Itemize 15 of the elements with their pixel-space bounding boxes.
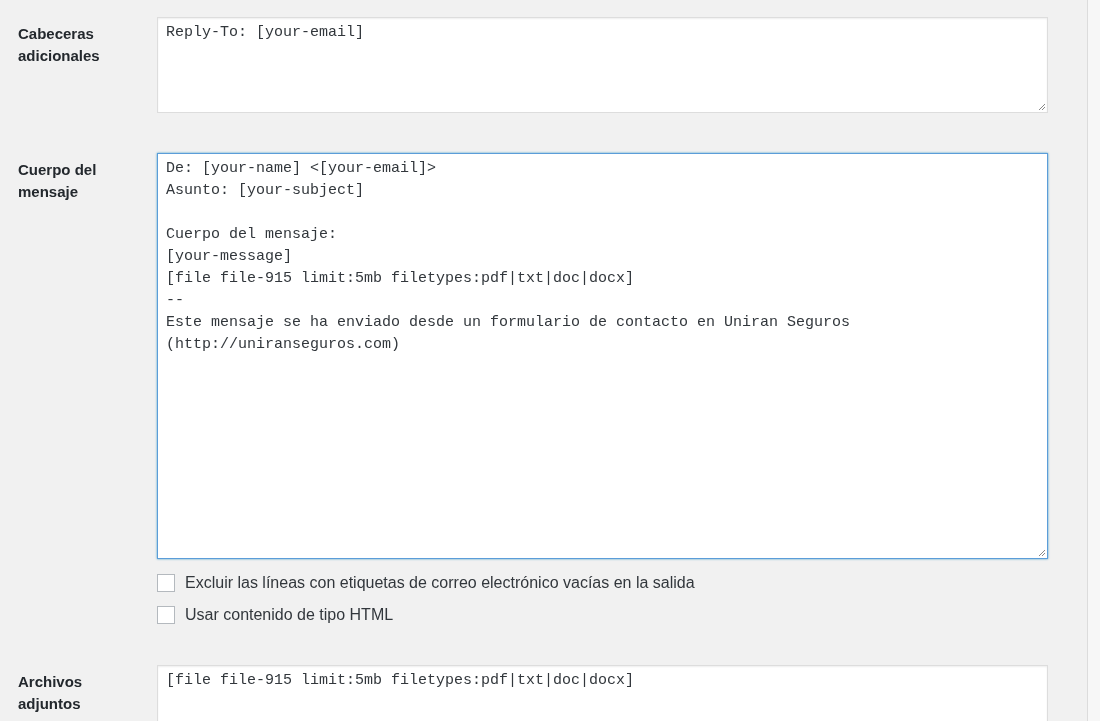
field-label: Cuerpo del mensaje (18, 160, 98, 202)
field-label: Archivos adjuntos (18, 672, 84, 714)
text-area-field[interactable]: [file file-915 limit:5mb filetypes:pdf|txt|doc|docx] (157, 665, 1048, 721)
checkbox[interactable] (157, 606, 175, 624)
checkbox[interactable] (157, 574, 175, 592)
resize-handle-icon[interactable] (1037, 102, 1046, 111)
field-text: Reply-To: [your-email] (166, 23, 366, 43)
resize-handle-icon[interactable] (1037, 548, 1046, 557)
checkbox-label: Excluir las líneas con etiquetas de correo electrónico vacías en la salida (185, 573, 695, 593)
checkbox-label: Usar contenido de tipo HTML (185, 605, 394, 625)
text-area-field[interactable] (157, 153, 1048, 559)
field-text: [file file-915 limit:5mb filetypes:pdf|txt|doc|docx] (166, 671, 636, 691)
text-area-field[interactable]: Reply-To: [your-email] (157, 17, 1048, 113)
field-text: De: [your-name] <[your-email]> Asunto: [your-subject] Cuerpo del mensaje: [your-message] [file file-915 limit:5mb filetypes:pdf|txt|doc|docx] -- Este mensaje se ha enviado desde un formulario de contacto en Uniran Seguros (http://uniranseguros.com) (166, 159, 852, 355)
field-label: Cabeceras adicionales (18, 24, 101, 66)
